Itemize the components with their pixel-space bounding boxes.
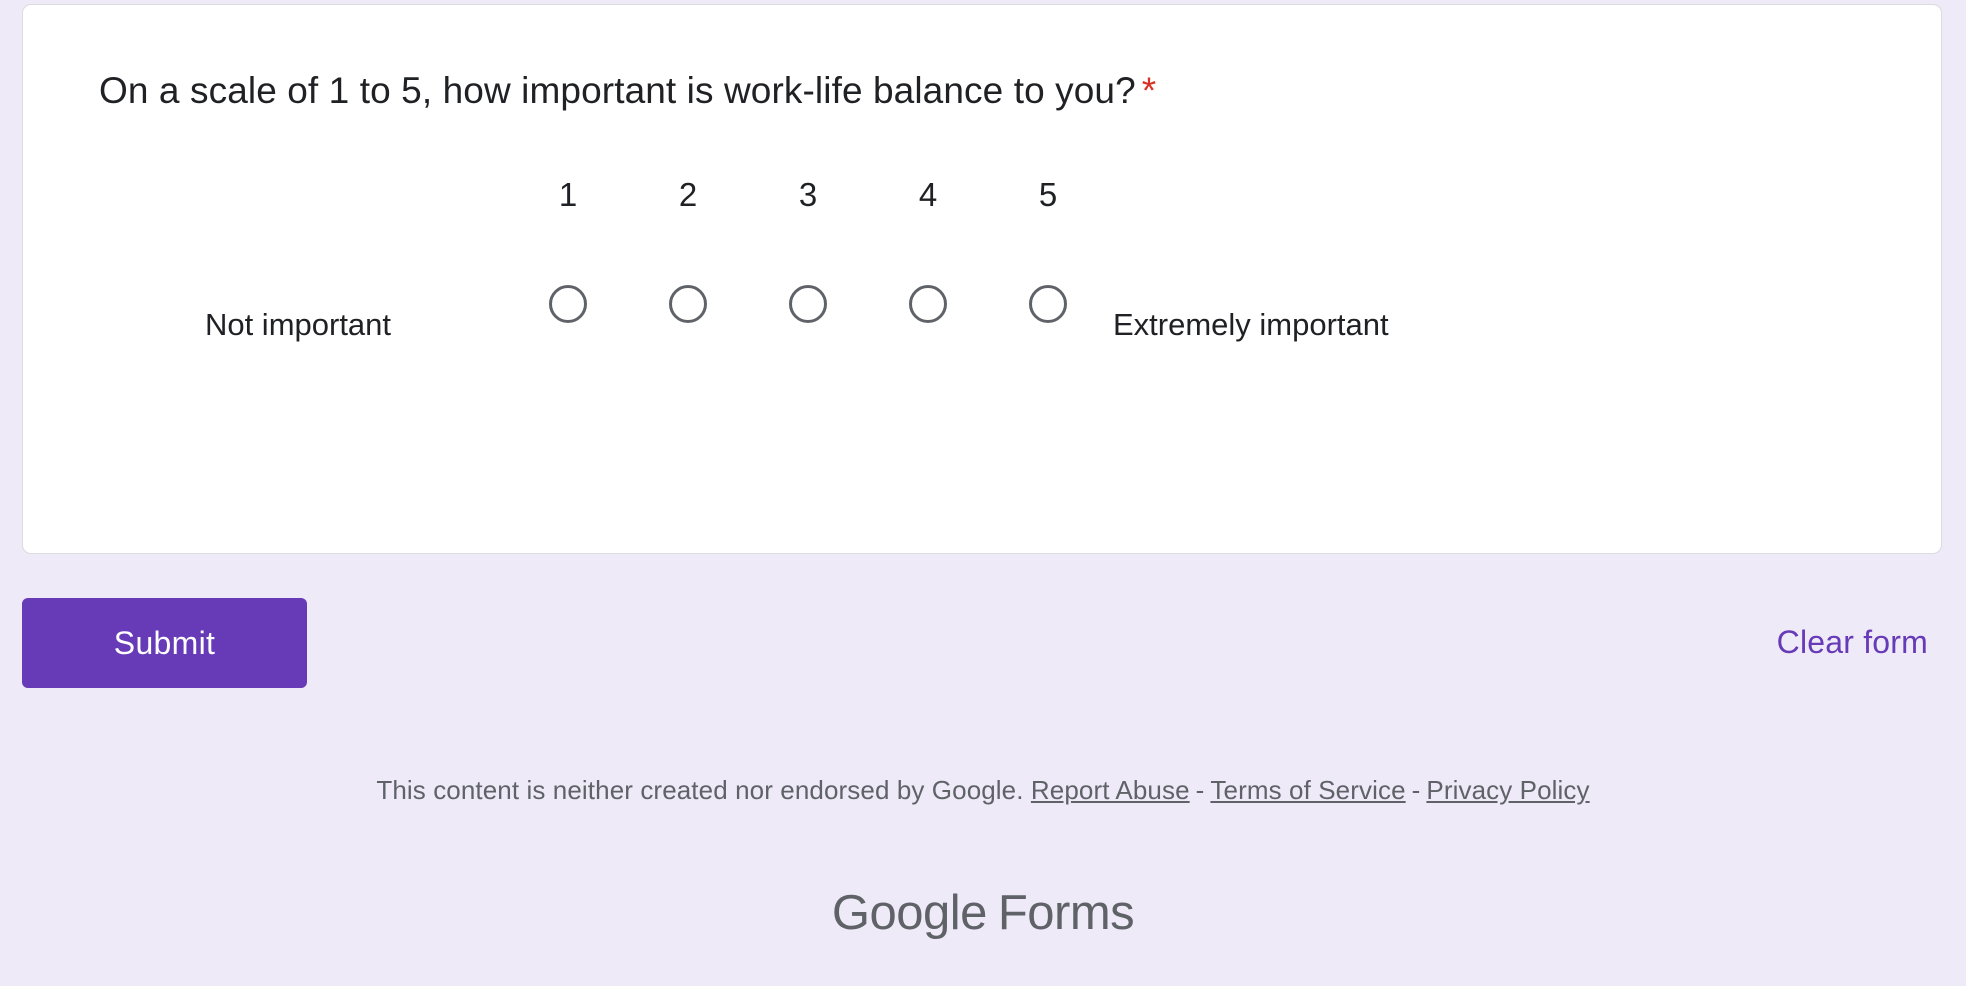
radio-wrap-2[interactable] xyxy=(669,281,707,327)
scale-option-4[interactable]: 4 xyxy=(868,175,988,327)
scale-option-1[interactable]: 1 xyxy=(508,175,628,327)
logo-forms-text: Forms xyxy=(997,886,1135,940)
scale-option-label-4: 4 xyxy=(918,176,938,213)
radio-wrap-3[interactable] xyxy=(789,281,827,327)
question-card: On a scale of 1 to 5, how important is w… xyxy=(22,4,1942,554)
scale-options-row: 1 2 3 4 5 xyxy=(508,175,1108,375)
report-abuse-link[interactable]: Report Abuse xyxy=(1031,775,1190,805)
radio-wrap-4[interactable] xyxy=(909,281,947,327)
google-forms-page: On a scale of 1 to 5, how important is w… xyxy=(0,0,1966,986)
scale-option-label-5: 5 xyxy=(1038,176,1058,213)
google-forms-logo: Google Forms xyxy=(0,885,1966,941)
radio-wrap-5[interactable] xyxy=(1029,281,1067,327)
footer-separator-2: - xyxy=(1411,775,1421,805)
scale-option-2[interactable]: 2 xyxy=(628,175,748,327)
footer-separator-1: - xyxy=(1195,775,1205,805)
scale-high-label: Extremely important xyxy=(1113,307,1389,342)
submit-button[interactable]: Submit xyxy=(22,598,307,688)
radio-icon-3[interactable] xyxy=(789,285,827,323)
footer-disclaimer-text: This content is neither created nor endo… xyxy=(376,775,1024,805)
radio-icon-1[interactable] xyxy=(549,285,587,323)
radio-icon-4[interactable] xyxy=(909,285,947,323)
radio-icon-5[interactable] xyxy=(1029,285,1067,323)
linear-scale: Not important 1 2 3 4 5 Extremely import… xyxy=(23,5,1941,553)
terms-of-service-link[interactable]: Terms of Service xyxy=(1210,775,1405,805)
radio-wrap-1[interactable] xyxy=(549,281,587,327)
scale-option-5[interactable]: 5 xyxy=(988,175,1108,327)
privacy-policy-link[interactable]: Privacy Policy xyxy=(1426,775,1589,805)
radio-icon-2[interactable] xyxy=(669,285,707,323)
logo-google-text: Google xyxy=(831,886,988,940)
clear-form-button[interactable]: Clear form xyxy=(1777,624,1928,661)
scale-option-3[interactable]: 3 xyxy=(748,175,868,327)
scale-option-label-3: 3 xyxy=(798,176,818,213)
scale-option-label-2: 2 xyxy=(678,176,698,213)
scale-option-label-1: 1 xyxy=(558,176,578,213)
scale-low-label: Not important xyxy=(204,307,392,342)
footer-disclaimer: This content is neither created nor endo… xyxy=(0,775,1966,806)
